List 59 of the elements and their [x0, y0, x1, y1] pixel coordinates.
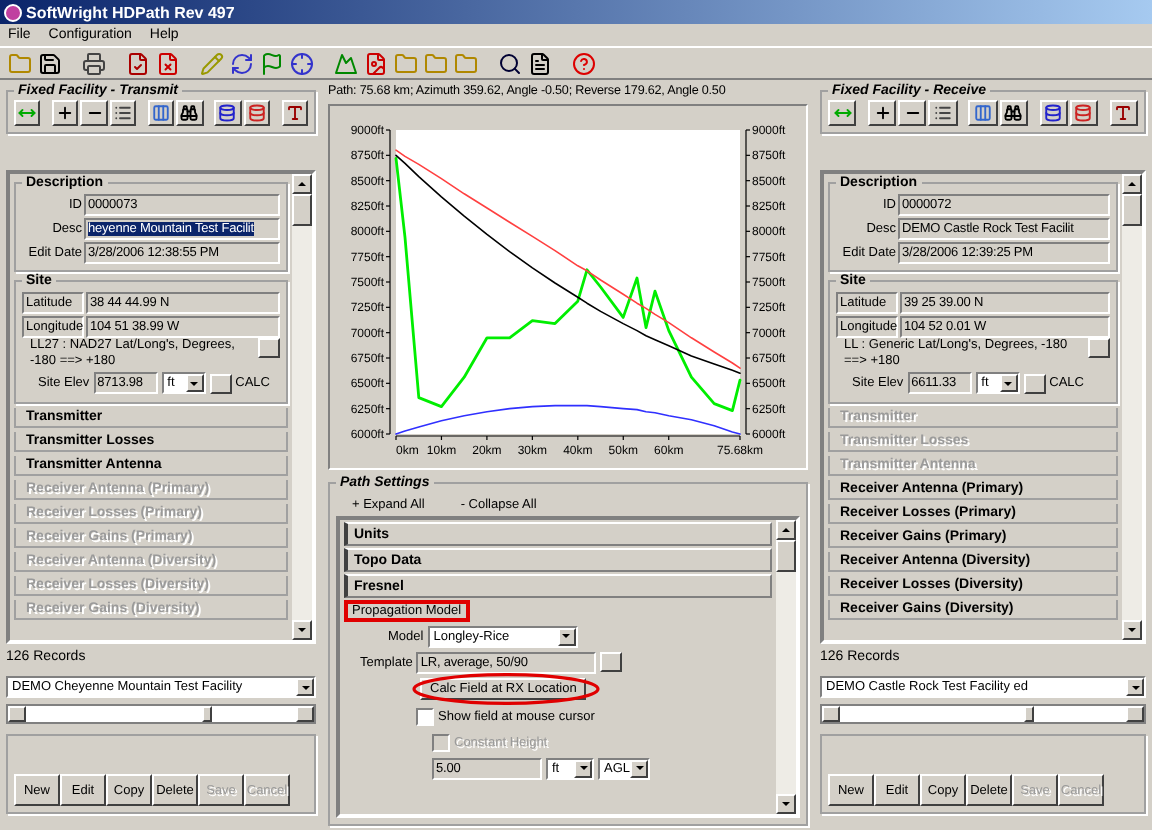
toolbar-button[interactable] — [14, 100, 41, 126]
columns-icon — [974, 104, 993, 122]
scrollbar[interactable] — [776, 520, 796, 814]
toolbar-button[interactable] — [243, 100, 271, 126]
toolbar-button[interactable] — [1039, 100, 1068, 126]
document-check-icon[interactable] — [126, 51, 150, 75]
scrollbar[interactable] — [1122, 174, 1142, 640]
database-icon — [1074, 104, 1093, 122]
toolbar-button[interactable] — [999, 100, 1028, 126]
binoculars-icon — [1004, 104, 1023, 122]
crosshair-icon[interactable] — [290, 51, 314, 75]
toolbar-button[interactable] — [867, 100, 897, 126]
document-x-icon[interactable] — [156, 51, 180, 75]
search-icon[interactable] — [498, 51, 522, 75]
image-file-icon[interactable] — [364, 51, 388, 75]
toolbar-button[interactable] — [80, 100, 108, 126]
toolbar-button[interactable] — [147, 100, 175, 126]
calc-button[interactable] — [1023, 373, 1046, 393]
toolbar-button[interactable] — [928, 100, 958, 126]
text-icon — [1114, 104, 1133, 122]
mountain-icon[interactable] — [334, 51, 358, 75]
toolbar-button[interactable] — [1109, 100, 1139, 126]
ruler-icon — [833, 104, 852, 122]
plus-icon — [873, 104, 892, 122]
refresh-icon[interactable] — [230, 51, 254, 75]
ruler-icon — [18, 104, 37, 122]
checkbox[interactable] — [416, 707, 434, 725]
text-icon — [285, 104, 304, 122]
database-icon — [218, 104, 237, 122]
toolbar-button[interactable] — [1069, 100, 1099, 126]
datum-button[interactable] — [258, 338, 280, 358]
toolbar-button[interactable] — [176, 100, 204, 126]
plus-icon — [56, 104, 75, 122]
app-icon — [4, 3, 22, 21]
flag-icon[interactable] — [260, 51, 284, 75]
toolbar-button[interactable] — [109, 100, 137, 126]
save-icon[interactable] — [38, 51, 62, 75]
window-title: SoftWright HDPath Rev 497 — [26, 3, 235, 21]
calc-button[interactable] — [209, 373, 232, 393]
toolbar-button[interactable] — [898, 100, 927, 126]
database-icon — [1044, 104, 1063, 122]
browse-button[interactable] — [600, 652, 623, 672]
columns-icon — [152, 104, 170, 122]
scrollbar[interactable] — [6, 704, 316, 724]
list-icon — [114, 104, 133, 122]
database-icon — [247, 104, 266, 122]
toolbar-button[interactable] — [281, 100, 308, 126]
scrollbar[interactable] — [292, 174, 312, 640]
binoculars-icon — [180, 104, 199, 122]
toolbar-button[interactable] — [828, 100, 857, 126]
datum-button[interactable] — [1088, 338, 1110, 358]
toolbar-button[interactable] — [51, 100, 79, 126]
help-icon[interactable] — [572, 51, 596, 75]
toolbar-button[interactable] — [968, 100, 998, 126]
toolbar-button[interactable] — [214, 100, 242, 126]
scrollbar[interactable] — [820, 704, 1146, 724]
printer-icon[interactable] — [82, 51, 106, 75]
list-icon — [934, 104, 953, 122]
document-icon[interactable] — [528, 51, 552, 75]
